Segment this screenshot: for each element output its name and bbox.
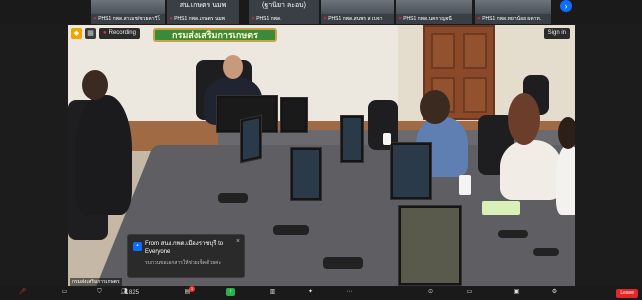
security-button[interactable]: ⛉ bbox=[95, 288, 104, 299]
person-head bbox=[223, 55, 243, 79]
cup bbox=[459, 175, 471, 195]
person bbox=[500, 140, 562, 200]
chat-button[interactable]: ▤ 1 bbox=[183, 286, 195, 299]
record-icon: ▥ bbox=[269, 289, 276, 296]
participant-video bbox=[91, 0, 165, 14]
chat-notification[interactable]: ▪ From สนง.กพด.เมืองราชบุรี to Everyone … bbox=[127, 234, 245, 278]
person-head bbox=[558, 117, 575, 149]
shield-icon: ⛉ bbox=[97, 289, 102, 296]
chat-message: รบกวนขอเอกสารให้ช่วยเช็คด้วยค่ะ bbox=[145, 260, 222, 266]
participant-name: ✕PHS1 กพด.สาเมช/ชวยคาวีโ bbox=[93, 16, 161, 22]
more-button[interactable]: ⋯ bbox=[345, 288, 354, 299]
monitor bbox=[398, 205, 462, 286]
office-sign: กรมส่งเสริมการเกษตร bbox=[153, 28, 277, 42]
monitor bbox=[290, 147, 322, 201]
participant-tile[interactable]: (ฐานิยา ละอบ) ✕PHS1 กพด. bbox=[249, 0, 319, 24]
participant-name: ✕PHS1 กพด.สนพร ส เบจา bbox=[323, 16, 383, 22]
settings-button[interactable]: ⚙ bbox=[550, 288, 559, 299]
mic-base bbox=[273, 225, 309, 235]
person-head bbox=[420, 90, 450, 124]
chat-badge: 1 bbox=[189, 286, 195, 292]
gallery-strip: ✕PHS1 กพด.สาเมช/ชวยคาวีโ สน.เกษตร นมพ ✕P… bbox=[0, 0, 642, 24]
person bbox=[76, 95, 132, 215]
person-head bbox=[508, 93, 540, 145]
notes-icon: ▣ bbox=[513, 289, 520, 296]
reactions-button[interactable]: ✦ bbox=[306, 288, 315, 299]
cup bbox=[383, 133, 391, 145]
participants-count: 825 bbox=[129, 290, 140, 296]
sign-in-button[interactable]: Sign in bbox=[543, 28, 570, 39]
recording-indicator[interactable]: ● Recording bbox=[99, 28, 140, 39]
mic-base bbox=[498, 230, 528, 238]
participant-name: ✕PHS1 กพด. bbox=[251, 16, 282, 22]
mic-base bbox=[323, 257, 363, 269]
participant-name: ✕PHS1 กพด.นคกาญจนี bbox=[398, 16, 452, 22]
leave-button[interactable]: Leave bbox=[616, 289, 638, 298]
reactions-icon: ✦ bbox=[307, 289, 314, 296]
view-grid-icon[interactable]: ▦ bbox=[85, 28, 96, 39]
video-icon: ▭ bbox=[61, 289, 68, 296]
mic-muted-icon: 🎤︎ bbox=[18, 289, 27, 296]
meeting-toolbar: 🎤︎ ▭ ⛉ 👥︎825 ▤ 1 ↑ ▥ ✦ ⋯ ⊙ ▭ ▣ ⚙ Leave bbox=[0, 286, 642, 300]
monitor bbox=[340, 115, 364, 163]
participant-name: ✕PHS1 กพด.เกษตร นมพ bbox=[169, 16, 225, 22]
unmute-button[interactable]: 🎤︎ bbox=[18, 288, 27, 299]
participant-tile[interactable]: สน.เกษตร นมพ ✕PHS1 กพด.เกษตร นมพ bbox=[167, 0, 239, 24]
mic-base bbox=[218, 193, 248, 203]
notes-button[interactable]: ▣ bbox=[512, 288, 521, 299]
gear-icon: ⚙ bbox=[551, 289, 558, 296]
mic-base bbox=[533, 248, 559, 256]
participant-video bbox=[396, 0, 472, 14]
participants-button[interactable]: 👥︎825 bbox=[120, 288, 139, 299]
speaker-name-label: กรมส่งเสริมการเกษตร bbox=[70, 278, 122, 286]
person bbox=[556, 145, 575, 215]
apps-button[interactable]: ⊙ bbox=[426, 288, 435, 299]
document bbox=[482, 201, 520, 215]
participant-video bbox=[321, 0, 394, 14]
tile-caption: (ฐานิยา ละอบ) bbox=[262, 2, 306, 9]
share-screen-button[interactable]: ↑ bbox=[226, 288, 235, 299]
shield-icon[interactable]: ◆ bbox=[71, 28, 82, 39]
share-screen-icon: ↑ bbox=[226, 288, 235, 297]
participant-tile[interactable]: ✕PHS1 กพด.ทยาน้อย ผคาท. bbox=[475, 0, 551, 24]
chat-from: From สนง.กพด.เมืองราชบุรี to Everyone bbox=[145, 241, 224, 255]
person-head bbox=[82, 70, 108, 100]
close-icon[interactable]: × bbox=[236, 238, 240, 245]
apps-icon: ⊙ bbox=[427, 289, 434, 296]
more-icon: ⋯ bbox=[346, 289, 353, 296]
monitor bbox=[390, 142, 432, 200]
participants-icon: 👥︎ bbox=[120, 289, 129, 296]
monitor bbox=[280, 97, 308, 133]
chevron-right-icon[interactable]: › bbox=[560, 0, 572, 12]
whiteboard-button[interactable]: ▭ bbox=[465, 288, 474, 299]
zoom-meeting-window: ✕PHS1 กพด.สาเมช/ชวยคาวีโ สน.เกษตร นมพ ✕P… bbox=[0, 0, 642, 300]
monitor bbox=[240, 114, 262, 164]
tile-caption: สน.เกษตร นมพ bbox=[179, 2, 227, 9]
whiteboard-icon: ▭ bbox=[466, 289, 473, 296]
chat-icon: ▪ bbox=[133, 242, 142, 251]
participant-tile[interactable]: ✕PHS1 กพด.สนพร ส เบจา bbox=[321, 0, 394, 24]
participant-video bbox=[475, 0, 551, 14]
record-button[interactable]: ▥ bbox=[268, 288, 277, 299]
participant-tile[interactable]: ✕PHS1 กพด.สาเมช/ชวยคาวีโ bbox=[91, 0, 165, 24]
participant-tile[interactable]: ✕PHS1 กพด.นคกาญจนี bbox=[396, 0, 472, 24]
video-button[interactable]: ▭ bbox=[60, 288, 69, 299]
participant-name: ✕PHS1 กพด.ทยาน้อย ผคาท. bbox=[477, 16, 542, 22]
